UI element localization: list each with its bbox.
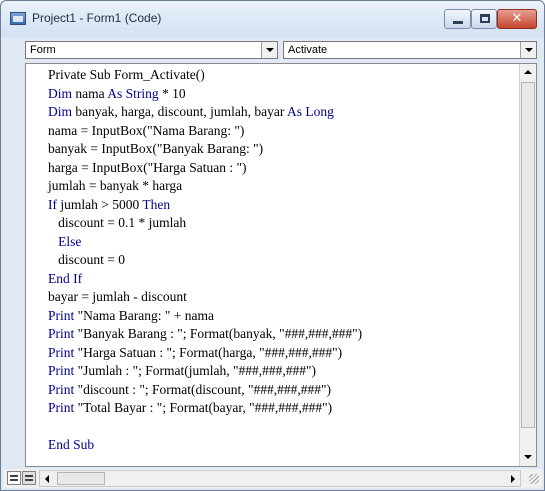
chevron-down-icon[interactable] [261, 42, 277, 58]
code-segment: discount = 0.1 * jumlah [48, 215, 187, 230]
code-line[interactable]: nama = InputBox("Nama Barang: ") [48, 122, 518, 141]
code-line[interactable]: Private Sub Form_Activate() [48, 66, 518, 85]
code-line[interactable]: Print "Nama Barang: " + nama [48, 307, 518, 326]
code-segment: "Jumlah : "; Format(jumlah, "###,###,###… [74, 363, 317, 378]
code-line[interactable]: discount = 0 [48, 251, 518, 270]
window-title: Project1 - Form1 (Code) [32, 11, 162, 25]
resize-grip-icon[interactable] [526, 471, 540, 485]
code-keyword: Dim [48, 104, 73, 119]
code-keyword: Then [142, 196, 171, 212]
code-line[interactable]: Print "Total Bayar : "; Format(bayar, "#… [48, 399, 518, 418]
code-window: Project1 - Form1 (Code) ✕ Form Activate … [0, 0, 545, 491]
code-line[interactable]: Print "Banyak Barang : "; Format(banyak,… [48, 325, 518, 344]
bottom-bar [3, 469, 542, 488]
code-line[interactable]: Dim banyak, harga, discount, jumlah, bay… [48, 103, 518, 122]
code-keyword: Print [48, 363, 75, 378]
scroll-left-icon[interactable] [40, 471, 56, 486]
code-editor[interactable]: Private Sub Form_Activate() Dim nama As S… [25, 63, 537, 467]
code-keyword: End Sub [48, 437, 95, 452]
maximize-icon [480, 14, 490, 23]
vb-code-window-icon[interactable] [10, 12, 26, 25]
code-line[interactable]: Print "discount : "; Format(discount, "#… [48, 381, 518, 400]
code-segment: Private Sub Form_Activate() [48, 67, 205, 82]
code-line[interactable]: Dim nama As String * 10 [48, 85, 518, 104]
code-segment: "Total Bayar : "; Format(bayar, "###,###… [74, 400, 333, 415]
code-line[interactable]: End If [48, 270, 518, 289]
code-keyword: Print [48, 381, 75, 397]
code-segment: banyak = InputBox("Banyak Barang: ") [48, 141, 264, 156]
vertical-scrollbar[interactable] [519, 64, 536, 466]
code-segment: harga = InputBox("Harga Satuan : ") [48, 159, 247, 175]
code-line[interactable]: discount = 0.1 * jumlah [48, 214, 518, 233]
code-keyword: Print [48, 344, 75, 360]
code-keyword: If [48, 196, 57, 212]
scroll-right-icon[interactable] [504, 471, 520, 486]
procedure-view-icon[interactable] [7, 471, 21, 485]
code-line[interactable]: If jumlah > 5000 Then [48, 196, 518, 215]
minimize-icon [453, 21, 463, 24]
close-button[interactable]: ✕ [497, 9, 537, 29]
object-dropdown[interactable]: Form [25, 41, 278, 59]
title-bar[interactable]: Project1 - Form1 (Code) ✕ [1, 1, 544, 37]
code-line[interactable]: Print "Jumlah : "; Format(jumlah, "###,#… [48, 362, 518, 381]
code-segment: nama = InputBox("Nama Barang: ") [48, 122, 245, 138]
minimize-button[interactable] [444, 9, 471, 29]
code-segment: nama [72, 85, 108, 101]
code-segment: banyak, harga, discount, jumlah, bayar [72, 104, 287, 119]
horizontal-scrollbar[interactable] [39, 470, 521, 487]
code-segment: "discount : "; Format(discount, "###,###… [74, 381, 332, 397]
code-line[interactable]: Print "Harga Satuan : "; Format(harga, "… [48, 344, 518, 363]
scroll-up-icon[interactable] [520, 64, 536, 81]
code-line[interactable]: Else [48, 233, 518, 252]
procedure-dropdown[interactable]: Activate [283, 41, 537, 59]
code-keyword: Else [58, 233, 82, 249]
code-line[interactable]: jumlah = banyak * harga [48, 177, 518, 196]
code-segment: "Banyak Barang : "; Format(banyak, "###,… [74, 326, 363, 341]
code-keyword: Print [48, 400, 75, 415]
chevron-down-icon[interactable] [520, 42, 536, 58]
code-line[interactable]: banyak = InputBox("Banyak Barang: ") [48, 140, 518, 159]
code-segment: discount = 0 [48, 252, 125, 267]
code-segment: jumlah = banyak * harga [48, 178, 183, 193]
object-dropdown-value: Form [30, 44, 56, 56]
code-line[interactable]: bayar = jumlah - discount [48, 288, 518, 307]
close-icon: ✕ [511, 11, 523, 26]
code-segment: jumlah > 5000 [57, 196, 143, 212]
code-keyword: As Long [286, 104, 334, 119]
horizontal-scroll-thumb[interactable] [57, 472, 105, 485]
code-line[interactable] [48, 418, 518, 437]
code-keyword: Print [48, 326, 75, 341]
code-keyword: As String [107, 85, 159, 101]
full-module-view-icon[interactable] [22, 471, 36, 485]
code-segment: bayar = jumlah - discount [48, 289, 187, 304]
maximize-button[interactable] [471, 9, 497, 29]
code-segment: "Harga Satuan : "; Format(harga, "###,##… [74, 344, 343, 360]
procedure-dropdown-value: Activate [288, 44, 328, 56]
code-segment: "Nama Barang: " + nama [74, 307, 214, 323]
code-keyword: End If [48, 270, 83, 286]
code-line[interactable]: harga = InputBox("Harga Satuan : ") [48, 159, 518, 178]
code-segment: * 10 [158, 85, 186, 101]
code-keyword: Print [48, 307, 75, 323]
code-keyword: Dim [48, 85, 73, 101]
code-line[interactable]: End Sub [48, 436, 518, 455]
scroll-down-icon[interactable] [520, 449, 536, 466]
vertical-scroll-thumb[interactable] [521, 82, 535, 428]
code-text[interactable]: Private Sub Form_Activate() Dim nama As S… [48, 66, 518, 455]
